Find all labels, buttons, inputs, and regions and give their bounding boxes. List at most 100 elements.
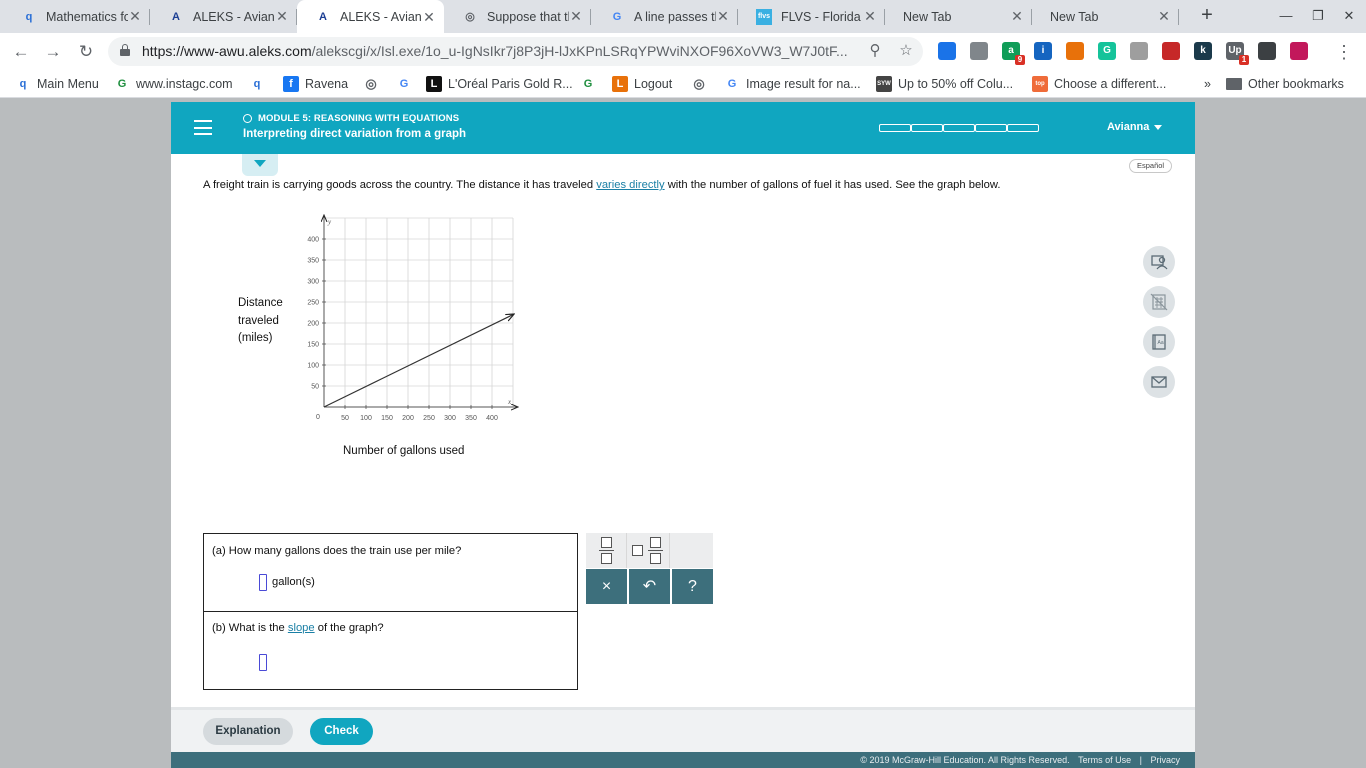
browser-tab[interactable]: flvs FLVS - Florida V✕ [738, 0, 885, 33]
help-button[interactable]: ? [672, 569, 713, 604]
tab-favicon-icon: flvs [756, 8, 772, 25]
extension-icon[interactable] [938, 42, 956, 60]
answer-a-input[interactable] [259, 574, 267, 591]
extension-icon[interactable] [1066, 42, 1084, 60]
new-tab-button[interactable]: + [1196, 4, 1218, 28]
privacy-link[interactable]: Privacy [1150, 755, 1180, 765]
extension-icon[interactable]: k [1194, 42, 1212, 60]
progress-segment [911, 124, 943, 132]
calculator-icon [1150, 293, 1168, 311]
bookmark-item[interactable]: q [249, 75, 271, 93]
extension-icon[interactable]: G [1098, 42, 1116, 60]
student-tool-button[interactable] [1143, 246, 1175, 278]
terms-link[interactable]: Terms of Use [1078, 755, 1131, 765]
calculator-tool-button[interactable] [1143, 286, 1175, 318]
hamburger-menu-icon[interactable] [194, 120, 212, 135]
bookmark-item[interactable]: f Ravena [283, 75, 348, 93]
x-tick-label: 350 [465, 415, 477, 422]
dictionary-tool-button[interactable]: Aa [1143, 326, 1175, 358]
fraction-button[interactable] [586, 533, 627, 568]
reload-button[interactable]: ↻ [74, 40, 98, 64]
forward-button[interactable]: → [41, 40, 65, 64]
browser-tab[interactable]: ◎ Suppose that th ✕ [444, 0, 591, 33]
bookmark-favicon-icon: ◎ [365, 76, 377, 91]
x-tick-label: 300 [444, 415, 456, 422]
tab-close-icon[interactable]: ✕ [1010, 8, 1024, 25]
envelope-icon [1151, 376, 1167, 388]
zoom-icon[interactable]: ⚲ [865, 41, 885, 61]
bookmark-item[interactable]: ◎ [363, 75, 385, 93]
back-button[interactable]: ← [9, 40, 33, 64]
extension-icon[interactable]: Up 1 [1226, 42, 1249, 65]
restore-button[interactable]: ❐ [1303, 3, 1333, 29]
user-menu[interactable]: Avianna [1107, 121, 1163, 133]
undo-button[interactable]: ↶ [629, 569, 670, 604]
keypad-top-row [586, 533, 713, 568]
bookmark-item[interactable]: L Logout [612, 75, 672, 93]
extension-icon[interactable]: a9 [1002, 42, 1025, 65]
other-bookmarks[interactable]: Other bookmarks [1226, 75, 1344, 93]
bookmark-item[interactable]: G [396, 75, 418, 93]
bookmark-item[interactable]: Gwww.instagc.com [114, 75, 233, 93]
topic-dropdown-toggle[interactable] [242, 154, 278, 176]
problem-text: A freight train is carrying goods across… [203, 179, 597, 191]
tab-close-icon[interactable]: ✕ [863, 8, 877, 25]
extension-icon[interactable] [1258, 42, 1276, 60]
slope-link[interactable]: slope [288, 622, 315, 634]
browser-tab[interactable]: New Tab ✕ [1032, 0, 1179, 33]
tab-close-icon[interactable]: ✕ [569, 8, 583, 25]
extension-icon[interactable]: i [1034, 42, 1052, 60]
tab-close-icon[interactable]: ✕ [128, 8, 142, 25]
check-button[interactable]: Check [310, 718, 373, 745]
question-a: (a) How many gallons does the train use … [212, 545, 462, 557]
answer-b-input[interactable] [259, 654, 267, 671]
bookmark-item[interactable]: G Image result for na... [724, 75, 861, 93]
minimize-button[interactable]: — [1271, 3, 1301, 29]
message-tool-button[interactable] [1143, 366, 1175, 398]
bookmark-item[interactable]: G [580, 75, 602, 93]
bookmark-favicon-icon: G [727, 78, 737, 90]
bookmark-item[interactable]: top Choose a different... [1032, 75, 1166, 93]
clear-button[interactable]: × [586, 569, 627, 604]
browser-tab[interactable]: q Mathematics fo ✕ [3, 0, 150, 33]
bookmark-favicon-icon: G [399, 78, 409, 90]
address-bar[interactable]: https://www-awu.aleks.com/alekscgi/x/Isl… [108, 37, 923, 66]
varies-directly-link[interactable]: varies directly [596, 179, 664, 191]
x-tick-label: 150 [381, 415, 393, 422]
bookmark-item[interactable]: SYW Up to 50% off Colu... [876, 75, 1013, 93]
tab-close-icon[interactable]: ✕ [716, 8, 730, 25]
progress-segment [879, 124, 911, 132]
extension-icon[interactable] [1290, 42, 1308, 60]
browser-toolbar: ← → ↻ https://www-awu.aleks.com/alekscgi… [0, 33, 1366, 70]
y-tick-label: 350 [307, 258, 319, 265]
bookmark-item[interactable]: L L'Oréal Paris Gold R... [426, 75, 573, 93]
browser-tab[interactable]: New Tab ✕ [885, 0, 1032, 33]
extension-badge: 1 [1239, 55, 1249, 65]
espanol-button[interactable]: Español [1129, 159, 1173, 173]
bookmark-star-icon[interactable]: ☆ [896, 41, 916, 61]
browser-tab[interactable]: A ALEKS - Aviann ✕ [150, 0, 297, 33]
bookmark-label: www.instagc.com [136, 77, 233, 91]
bookmark-item[interactable]: ◎ [691, 75, 713, 93]
tab-close-icon[interactable]: ✕ [275, 8, 289, 25]
explanation-button[interactable]: Explanation [203, 718, 293, 745]
close-window-button[interactable]: ✕ [1334, 3, 1364, 29]
more-bookmarks-button[interactable]: » [1204, 75, 1211, 93]
bookmark-item[interactable]: q Main Menu [15, 75, 99, 93]
x-tick-label: 100 [360, 415, 372, 422]
extension-icon[interactable] [970, 42, 988, 60]
tab-title: New Tab [1050, 9, 1099, 24]
browser-tab[interactable]: A ALEKS - Aviann ✕ [297, 0, 444, 34]
direct-variation-graph: 50 100 150 200 250 300 350 400 50 100 150 200 250 300… [307, 214, 519, 422]
tab-close-icon[interactable]: ✕ [1157, 8, 1171, 25]
browser-tab[interactable]: G A line passes th ✕ [591, 0, 738, 33]
extension-icon[interactable] [1130, 42, 1148, 60]
other-bookmarks-label: Other bookmarks [1248, 77, 1344, 91]
bookmark-label: Ravena [305, 77, 349, 91]
extension-icon[interactable] [1162, 42, 1180, 60]
browser-menu-icon[interactable]: ⋮ [1332, 40, 1356, 64]
mixed-number-button[interactable] [628, 533, 670, 568]
url-text[interactable]: https://www-awu.aleks.com/alekscgi/x/Isl… [142, 43, 862, 59]
tab-favicon-icon: ◎ [465, 11, 475, 23]
tab-close-icon[interactable]: ✕ [422, 9, 436, 26]
